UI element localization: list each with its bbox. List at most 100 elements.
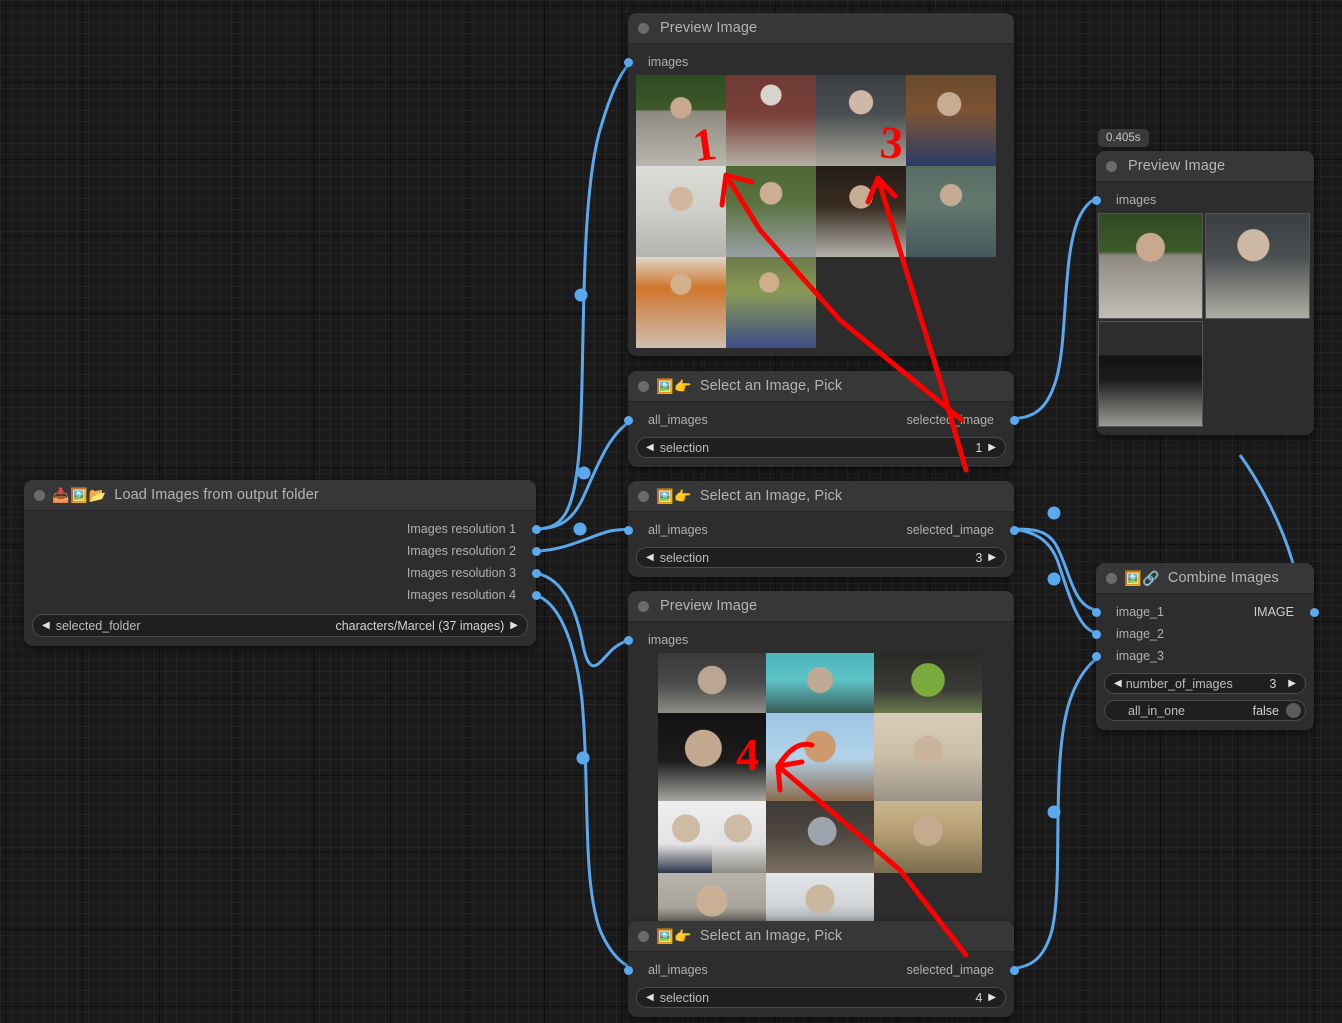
preview-thumbnail[interactable] bbox=[726, 166, 816, 257]
slot-dot-icon[interactable] bbox=[1010, 526, 1019, 535]
node-header[interactable]: 🖼️👉 Select an Image, Pick bbox=[628, 371, 1014, 402]
collapse-toggle-icon[interactable] bbox=[638, 931, 649, 942]
output-slot-images-resolution-2[interactable]: Images resolution 2 bbox=[24, 540, 536, 562]
node-select-an-image-pick-4[interactable]: 🖼️👉 Select an Image, Pick all_images sel… bbox=[628, 921, 1014, 1017]
node-select-an-image-pick-1[interactable]: 🖼️👉 Select an Image, Pick all_images sel… bbox=[628, 371, 1014, 467]
input-slot-all-images: all_images bbox=[628, 413, 708, 427]
widget-selection[interactable]: ◀ selection 3 ▶ bbox=[636, 547, 1006, 568]
preview-thumbnail[interactable] bbox=[636, 75, 726, 166]
collapse-toggle-icon[interactable] bbox=[638, 491, 649, 502]
node-header[interactable]: Preview Image bbox=[628, 13, 1014, 44]
preview-thumbnail[interactable] bbox=[766, 713, 874, 801]
input-slot-images[interactable]: images bbox=[628, 629, 1014, 651]
preview-thumbnail[interactable] bbox=[874, 801, 982, 873]
preview-thumbnail[interactable] bbox=[906, 75, 996, 166]
preview-thumbnail[interactable] bbox=[766, 801, 874, 873]
slot-dot-icon[interactable] bbox=[624, 58, 633, 67]
preview-image-grid[interactable] bbox=[628, 653, 1014, 943]
collapse-toggle-icon[interactable] bbox=[34, 490, 45, 501]
toggle-knob-icon[interactable] bbox=[1286, 703, 1301, 718]
widget-value: 3 bbox=[709, 551, 988, 565]
preview-thumbnail[interactable] bbox=[766, 653, 874, 713]
slot-dot-icon[interactable] bbox=[532, 569, 541, 578]
widget-value: 4 bbox=[709, 991, 988, 1005]
slot-dot-icon[interactable] bbox=[1092, 652, 1101, 661]
input-slot-image-3[interactable]: image_3 bbox=[1096, 645, 1314, 667]
increment-arrow-icon[interactable]: ▶ bbox=[988, 553, 996, 563]
node-select-an-image-pick-3[interactable]: 🖼️👉 Select an Image, Pick all_images sel… bbox=[628, 481, 1014, 577]
preview-thumbnail[interactable] bbox=[1205, 213, 1310, 319]
slot-dot-icon[interactable] bbox=[624, 416, 633, 425]
preview-thumbnail[interactable] bbox=[636, 166, 726, 257]
node-preview-image-right[interactable]: Preview Image images bbox=[1096, 151, 1314, 435]
collapse-toggle-icon[interactable] bbox=[638, 23, 649, 34]
widget-all-in-one[interactable]: all_in_one false bbox=[1104, 700, 1306, 721]
preview-thumbnail[interactable] bbox=[874, 713, 982, 801]
slot-dot-icon[interactable] bbox=[624, 966, 633, 975]
preview-thumbnail[interactable] bbox=[816, 166, 906, 257]
slot-dot-icon[interactable] bbox=[1092, 630, 1101, 639]
preview-thumbnail[interactable] bbox=[874, 653, 982, 713]
slot-dot-icon[interactable] bbox=[1010, 416, 1019, 425]
slot-dot-icon[interactable] bbox=[532, 591, 541, 600]
decrement-arrow-icon[interactable]: ◀ bbox=[646, 443, 654, 453]
node-preview-image-top[interactable]: Preview Image images bbox=[628, 13, 1014, 356]
node-title: Preview Image bbox=[660, 598, 757, 614]
decrement-arrow-icon[interactable]: ◀ bbox=[646, 993, 654, 1003]
slot-dot-icon[interactable] bbox=[1010, 966, 1019, 975]
preview-thumbnail[interactable] bbox=[636, 257, 726, 348]
preview-thumbnail[interactable] bbox=[658, 801, 712, 873]
slot-dot-icon[interactable] bbox=[1092, 608, 1101, 617]
node-graph-canvas[interactable]: 📥🖼️📂 Load Images from output folder Imag… bbox=[0, 0, 1342, 1023]
output-slot-images-resolution-1[interactable]: Images resolution 1 bbox=[24, 518, 536, 540]
node-preview-image-middle[interactable]: Preview Image images bbox=[628, 591, 1014, 943]
preview-thumbnail[interactable] bbox=[816, 75, 906, 166]
slot-dot-icon[interactable] bbox=[624, 636, 633, 645]
node-header[interactable]: Preview Image bbox=[628, 591, 1014, 622]
input-slot-images[interactable]: images bbox=[1096, 189, 1314, 211]
increment-arrow-icon[interactable]: ▶ bbox=[988, 993, 996, 1003]
preview-thumbnail[interactable] bbox=[658, 713, 766, 801]
preview-image-grid[interactable] bbox=[628, 75, 1014, 356]
output-slot-images-resolution-3[interactable]: Images resolution 3 bbox=[24, 562, 536, 584]
widget-selected-folder[interactable]: ◀ selected_folder characters/Marcel (37 … bbox=[32, 614, 528, 637]
node-header[interactable]: 🖼️👉 Select an Image, Pick bbox=[628, 481, 1014, 512]
widget-selection[interactable]: ◀ selection 1 ▶ bbox=[636, 437, 1006, 458]
slot-dot-icon[interactable] bbox=[624, 526, 633, 535]
node-body: image_1 IMAGE image_2 image_3 ◀ number_o… bbox=[1096, 594, 1314, 730]
preview-thumbnail[interactable] bbox=[906, 166, 996, 257]
decrement-arrow-icon[interactable]: ◀ bbox=[646, 553, 654, 563]
slot-dot-icon[interactable] bbox=[1092, 196, 1101, 205]
node-load-images-from-output-folder[interactable]: 📥🖼️📂 Load Images from output folder Imag… bbox=[24, 480, 536, 646]
input-slot-image-2[interactable]: image_2 bbox=[1096, 623, 1314, 645]
widget-selection[interactable]: ◀ selection 4 ▶ bbox=[636, 987, 1006, 1008]
slot-dot-icon[interactable] bbox=[532, 525, 541, 534]
slot-dot-icon[interactable] bbox=[532, 547, 541, 556]
preview-thumbnail[interactable] bbox=[726, 75, 816, 166]
output-slot-images-resolution-4[interactable]: Images resolution 4 bbox=[24, 584, 536, 606]
slot-dot-icon[interactable] bbox=[1310, 608, 1319, 617]
preview-thumbnail[interactable] bbox=[726, 257, 816, 348]
collapse-toggle-icon[interactable] bbox=[638, 601, 649, 612]
node-combine-images[interactable]: 🖼️🔗 Combine Images image_1 IMAGE image_2… bbox=[1096, 563, 1314, 730]
node-header[interactable]: 🖼️🔗 Combine Images bbox=[1096, 563, 1314, 594]
node-header[interactable]: 📥🖼️📂 Load Images from output folder bbox=[24, 480, 536, 511]
preview-thumbnail[interactable] bbox=[658, 653, 766, 713]
collapse-toggle-icon[interactable] bbox=[1106, 161, 1117, 172]
collapse-toggle-icon[interactable] bbox=[1106, 573, 1117, 584]
node-header[interactable]: 🖼️👉 Select an Image, Pick bbox=[628, 921, 1014, 952]
node-header[interactable]: Preview Image bbox=[1096, 151, 1314, 182]
preview-thumbnail[interactable] bbox=[1098, 321, 1203, 427]
preview-thumbnail[interactable] bbox=[1098, 213, 1203, 319]
decrement-arrow-icon[interactable]: ◀ bbox=[1114, 679, 1122, 689]
input-slot-images[interactable]: images bbox=[628, 51, 1014, 73]
slot-label: Images resolution 1 bbox=[407, 522, 536, 536]
collapse-toggle-icon[interactable] bbox=[638, 381, 649, 392]
decrement-arrow-icon[interactable]: ◀ bbox=[42, 621, 50, 631]
preview-image-grid[interactable] bbox=[1096, 213, 1314, 435]
increment-arrow-icon[interactable]: ▶ bbox=[1288, 679, 1296, 689]
increment-arrow-icon[interactable]: ▶ bbox=[988, 443, 996, 453]
preview-thumbnail[interactable] bbox=[712, 801, 766, 873]
widget-number-of-images[interactable]: ◀ number_of_images 3 ▶ bbox=[1104, 673, 1306, 694]
increment-arrow-icon[interactable]: ▶ bbox=[510, 621, 518, 631]
